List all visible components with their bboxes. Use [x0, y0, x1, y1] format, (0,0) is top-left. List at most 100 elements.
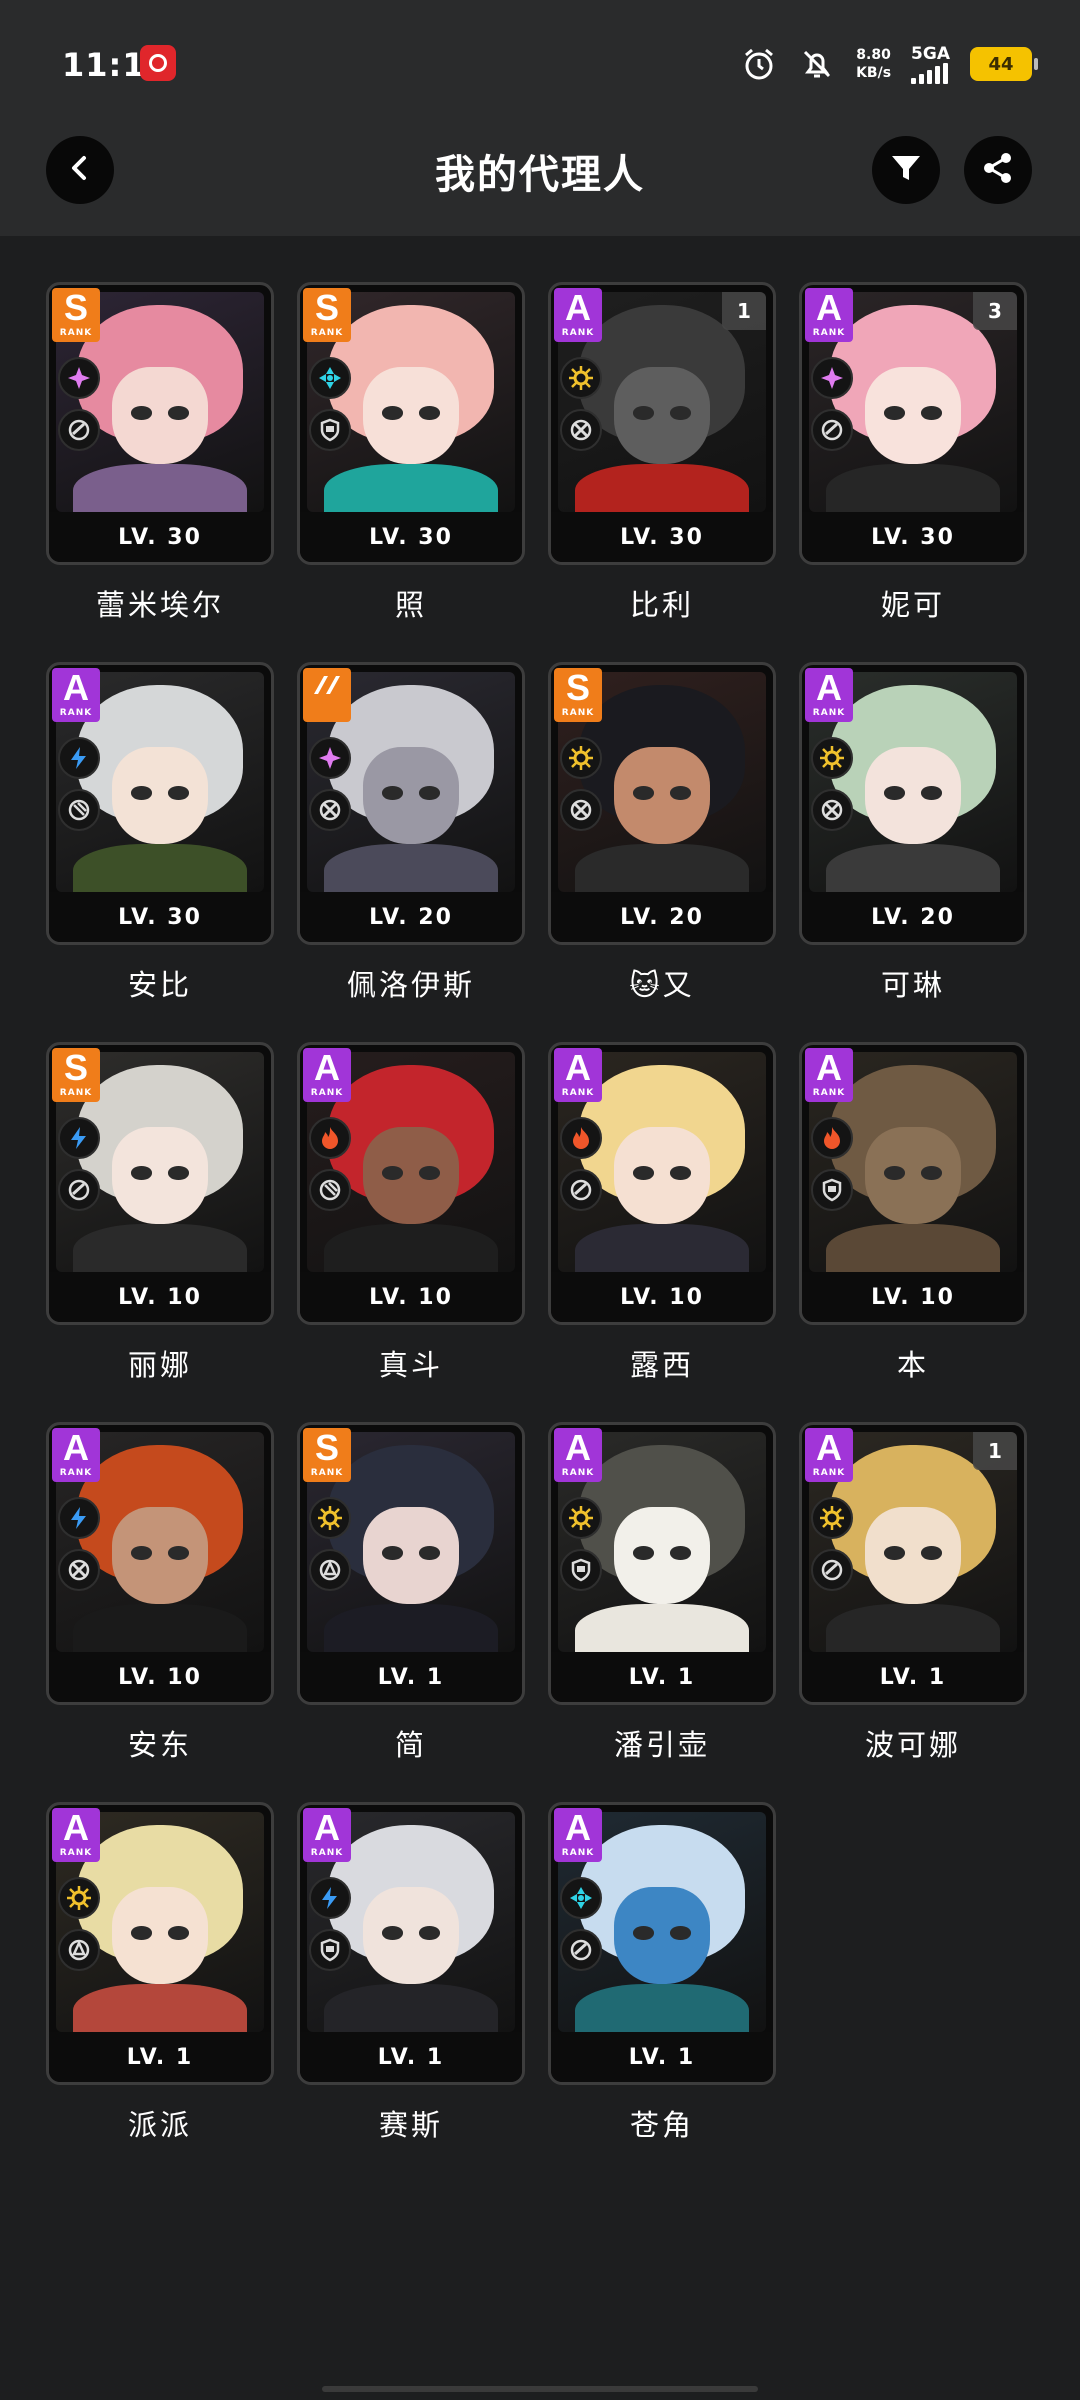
agent-level: LV. 10	[551, 1272, 773, 1322]
agent-card-frame: A RANK LV. 10	[548, 1042, 776, 1325]
defense-role-icon	[560, 1549, 602, 1591]
agent-level: LV. 1	[551, 2032, 773, 2082]
network-speed: 8.80 KB/s	[856, 46, 891, 82]
agent-level: LV. 1	[551, 1652, 773, 1702]
stun-role-icon	[309, 1169, 351, 1211]
filter-funnel-icon	[889, 151, 923, 189]
agent-card[interactable]: A RANK 3 LV. 30 妮可	[799, 282, 1027, 662]
rank-badge: A RANK	[805, 1428, 853, 1482]
agent-card[interactable]: A RANK LV. 30 安比	[46, 662, 274, 1042]
agent-card-frame: A RANK LV. 10	[46, 1422, 274, 1705]
agent-name: 佩洛伊斯	[346, 968, 475, 1002]
physical-attribute-icon	[560, 737, 602, 779]
portrait-face	[363, 746, 459, 844]
electric-attribute-icon	[309, 1877, 351, 1919]
agent-level: LV. 30	[802, 512, 1024, 562]
portrait-eye	[381, 1546, 403, 1560]
share-button[interactable]	[964, 136, 1032, 204]
rank-badge: A RANK	[52, 1808, 100, 1862]
portrait-eye	[632, 1166, 654, 1180]
portrait-face	[614, 1886, 710, 1984]
agent-name: 本	[896, 1348, 929, 1382]
agent-card-frame: A RANK 1 LV. 1	[799, 1422, 1027, 1705]
rank-sub-label: RANK	[561, 328, 595, 338]
agent-name: 安东	[127, 1728, 192, 1762]
portrait-face	[363, 1506, 459, 1604]
agent-name: 露西	[629, 1348, 694, 1382]
agent-card[interactable]: A RANK LV. 1 赛斯	[297, 1802, 525, 2182]
portrait-eye	[419, 1166, 441, 1180]
portrait-outfit	[574, 843, 750, 892]
ether-attribute-icon	[811, 357, 853, 399]
support-role-icon	[560, 1169, 602, 1211]
agent-level: LV. 20	[551, 892, 773, 942]
portrait-face	[112, 1126, 208, 1224]
agent-card[interactable]: A RANK LV. 1 苍角	[548, 1802, 776, 2182]
agent-card-frame: A RANK 1 LV. 30	[548, 282, 776, 565]
rank-letter: A	[816, 667, 842, 708]
agent-card-frame: LV. 20	[297, 662, 525, 945]
agent-level: LV. 30	[49, 892, 271, 942]
rank-letter	[303, 668, 351, 710]
portrait-eye	[381, 406, 403, 420]
portrait-outfit	[323, 843, 499, 892]
rank-letter: S	[314, 1427, 339, 1468]
home-indicator[interactable]	[322, 2386, 758, 2392]
rank-letter: A	[63, 667, 89, 708]
electric-attribute-icon	[58, 737, 100, 779]
portrait-eye	[632, 786, 654, 800]
agent-level: LV. 30	[300, 512, 522, 562]
agent-card[interactable]: A RANK LV. 1 派派	[46, 1802, 274, 2182]
agent-card[interactable]: A RANK LV. 10 本	[799, 1042, 1027, 1422]
agent-card[interactable]: S RANK LV. 30 蕾米埃尔	[46, 282, 274, 662]
portrait-outfit	[323, 1223, 499, 1272]
top-bar: 我的代理人	[0, 120, 1080, 236]
agent-card[interactable]: S RANK LV. 1 简	[297, 1422, 525, 1802]
agent-name: 赛斯	[378, 2108, 443, 2142]
agent-card-frame: A RANK LV. 1	[548, 1422, 776, 1705]
agent-level: LV. 1	[49, 2032, 271, 2082]
agent-level: LV. 1	[300, 2032, 522, 2082]
portrait-eye	[168, 1166, 190, 1180]
attack-role-icon	[309, 789, 351, 831]
agent-name: 安比	[127, 968, 192, 1002]
agent-card[interactable]: A RANK LV. 10 真斗	[297, 1042, 525, 1422]
rank-letter: S	[314, 287, 339, 328]
support-role-icon	[58, 409, 100, 451]
anomaly-role-icon	[58, 1929, 100, 1971]
agent-card[interactable]: A RANK 1 LV. 1 波可娜	[799, 1422, 1027, 1802]
portrait-eye	[632, 1546, 654, 1560]
portrait-face	[614, 746, 710, 844]
agent-card[interactable]: A RANK 1 LV. 30 比利	[548, 282, 776, 662]
rank-sub-label: RANK	[59, 328, 93, 338]
rank-letter: A	[63, 1427, 89, 1468]
portrait-eye	[419, 1546, 441, 1560]
ice-attribute-icon	[560, 1877, 602, 1919]
physical-attribute-icon	[560, 357, 602, 399]
status-bar: 11:11 8.80 KB/s 5GA 44	[0, 0, 1080, 120]
portrait-eye	[381, 786, 403, 800]
agent-level: LV. 20	[300, 892, 522, 942]
agent-card[interactable]: S RANK LV. 10 丽娜	[46, 1042, 274, 1422]
agent-name: 派派	[127, 2108, 192, 2142]
agent-card[interactable]: LV. 20 佩洛伊斯	[297, 662, 525, 1042]
agent-card[interactable]: S RANK LV. 20 🐱又	[548, 662, 776, 1042]
rank-badge: A RANK	[303, 1808, 351, 1862]
fire-attribute-icon	[309, 1117, 351, 1159]
physical-attribute-icon	[560, 1497, 602, 1539]
agent-card[interactable]: A RANK LV. 10 安东	[46, 1422, 274, 1802]
agent-card[interactable]: A RANK LV. 20 可琳	[799, 662, 1027, 1042]
fire-attribute-icon	[811, 1117, 853, 1159]
portrait-outfit	[825, 1223, 1001, 1272]
filter-button[interactable]	[872, 136, 940, 204]
portrait-face	[865, 746, 961, 844]
agent-card[interactable]: S RANK LV. 30 照	[297, 282, 525, 662]
portrait-outfit	[323, 463, 499, 512]
agent-level: LV. 30	[49, 512, 271, 562]
agent-name: 可琳	[880, 968, 945, 1002]
agent-card[interactable]: A RANK LV. 10 露西	[548, 1042, 776, 1422]
rank-letter: A	[816, 1047, 842, 1088]
portrait-eye	[168, 1926, 190, 1940]
agent-card[interactable]: A RANK LV. 1 潘引壶	[548, 1422, 776, 1802]
rank-badge: A RANK	[52, 668, 100, 722]
